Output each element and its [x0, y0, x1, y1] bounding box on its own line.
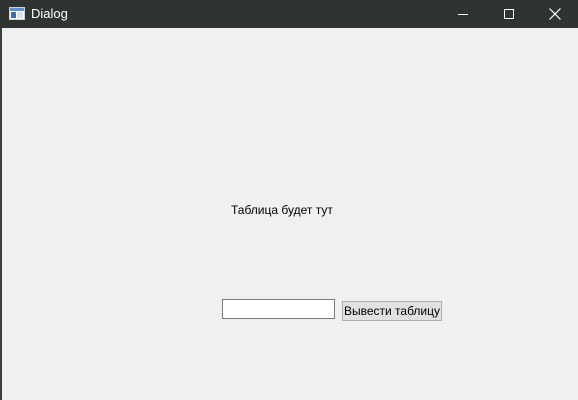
maximize-button[interactable] [486, 0, 532, 28]
minimize-icon [458, 9, 468, 19]
show-table-button[interactable]: Вывести таблицу [342, 301, 442, 321]
window-title: Dialog [31, 6, 68, 21]
close-icon [549, 8, 561, 20]
close-button[interactable] [532, 0, 578, 28]
minimize-button[interactable] [440, 0, 486, 28]
maximize-icon [504, 9, 514, 19]
dialog-window: Dialog Таблица будет тут Вывести таблицу [0, 0, 578, 400]
table-placeholder-label: Таблица будет тут [231, 203, 333, 217]
table-input-field[interactable] [222, 299, 335, 319]
window-app-icon [9, 7, 25, 20]
title-bar[interactable]: Dialog [0, 0, 578, 28]
